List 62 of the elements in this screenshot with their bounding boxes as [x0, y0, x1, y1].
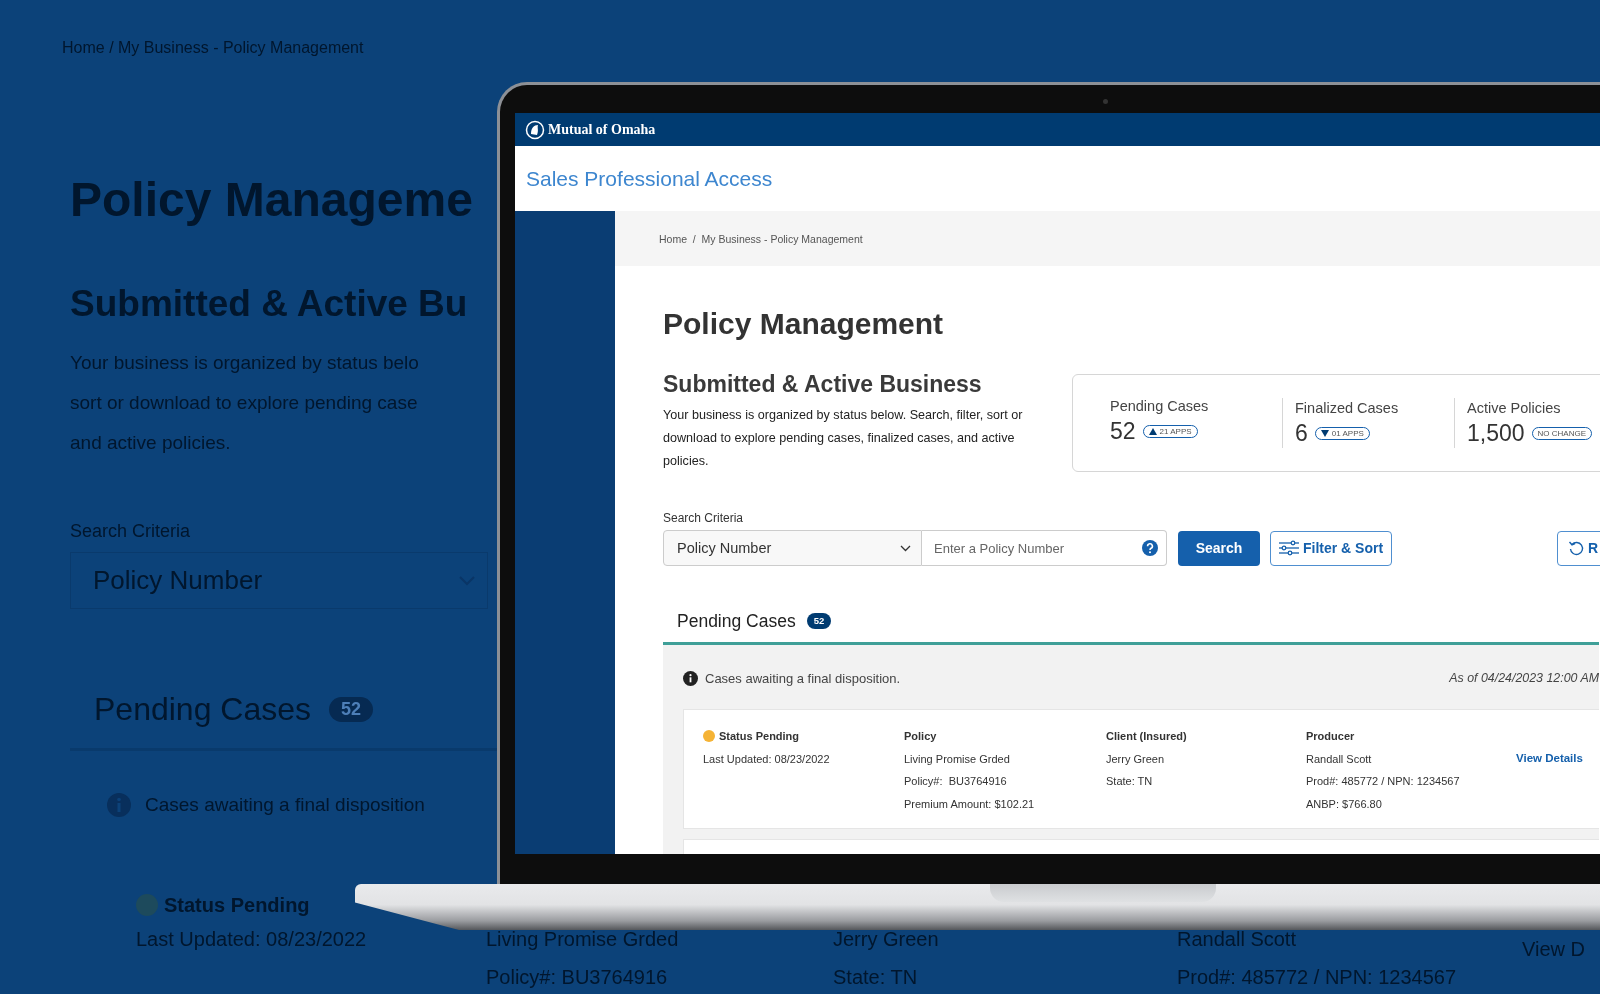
- description-text: Your business is organized by status below. Search, filter, sort or download to explore pending cases, finalized cases, and active policies.: [663, 407, 1024, 470]
- stat-label: Active Policies: [1467, 399, 1562, 418]
- status-text: Status Pending: [164, 893, 310, 917]
- breadcrumb: Home / My Business - Policy Management: [659, 232, 863, 245]
- case-detail-text: Living Promise Grded: [486, 927, 679, 952]
- info-icon: [683, 670, 698, 686]
- case-detail-text: ANBP: $766.80: [1306, 797, 1382, 813]
- page-title: Policy Management: [663, 306, 944, 342]
- help-icon: [1142, 540, 1158, 556]
- column-heading: Policy: [904, 729, 937, 744]
- status-text: Status Pending: [719, 729, 800, 744]
- chevron-down-icon: [900, 544, 911, 552]
- view-details-link[interactable]: View Details: [1516, 746, 1583, 770]
- pending-cases-tab[interactable]: Pending Cases 52: [677, 606, 832, 642]
- case-detail-text: Policy#: BU3764916: [486, 965, 668, 990]
- case-detail-text: Jerry Green: [833, 927, 939, 952]
- search-criteria-label: Search Criteria: [70, 520, 191, 543]
- search-button[interactable]: Search: [1178, 530, 1260, 566]
- case-detail-text: Policy#: BU3764916: [904, 774, 1007, 790]
- section-title: Submitted & Active Business: [663, 370, 982, 398]
- case-detail-text: State: TN: [833, 965, 918, 990]
- case-detail-text: Randall Scott: [1177, 927, 1296, 952]
- stat-value: 1,500: [1467, 419, 1525, 447]
- description-line: sort or download to explore pending case: [70, 391, 418, 415]
- info-icon: [106, 792, 132, 818]
- page-title: Policy Manageme: [70, 172, 473, 228]
- column-heading: Producer: [1306, 729, 1355, 744]
- info-text: Cases awaiting a final disposition.: [705, 670, 901, 686]
- count-badge: 52: [329, 696, 374, 722]
- case-detail-text: Prod#: 485772 / NPN: 1234567: [1177, 965, 1457, 990]
- search-criteria-label: Search Criteria: [663, 510, 744, 527]
- reset-button[interactable]: R: [1557, 530, 1600, 566]
- stat-label: Pending Cases: [1110, 397, 1210, 416]
- triangle-down-icon: [1320, 429, 1329, 437]
- case-detail-text: Premium Amount: $102.21: [904, 797, 1035, 813]
- sliders-icon: [1279, 540, 1299, 556]
- case-detail-text: Randall Scott: [1306, 751, 1372, 767]
- stat-value: 6: [1295, 419, 1308, 447]
- case-detail-text: Living Promise Grded: [904, 751, 1010, 767]
- case-detail-text: Jerry Green: [1106, 751, 1165, 767]
- breadcrumb: Home / My Business - Policy Management: [62, 38, 364, 58]
- emblem-icon: [525, 119, 545, 140]
- camera-dot: [1103, 99, 1108, 104]
- as-of-timestamp: As of 04/24/2023 12:00 AM: [1449, 671, 1599, 685]
- case-detail-text: Prod#: 485772 / NPN: 1234567: [1306, 774, 1460, 790]
- policy-number-input[interactable]: Enter a Policy Number: [922, 530, 1167, 566]
- stat-value: 52: [1110, 417, 1136, 445]
- column-heading: Client (Insured): [1106, 729, 1187, 744]
- last-updated-text: Last Updated: 08/23/2022: [703, 751, 830, 767]
- stat-label: Finalized Cases: [1295, 399, 1400, 418]
- description-line: Your business is organized by status belo: [70, 351, 419, 375]
- criteria-dropdown[interactable]: Policy Number: [663, 530, 922, 566]
- logo-text: Mutual of Omaha: [548, 121, 656, 138]
- description-line: and active policies.: [70, 431, 231, 455]
- undo-icon: [1568, 540, 1584, 556]
- case-detail-text: State: TN: [1106, 774, 1153, 790]
- info-text: Cases awaiting a final disposition: [145, 794, 425, 816]
- last-updated-text: Last Updated: 08/23/2022: [136, 927, 367, 952]
- section-title: Submitted & Active Bu: [70, 282, 468, 326]
- app-title: Sales Professional Access: [526, 166, 773, 191]
- filter-sort-button[interactable]: Filter & Sort: [1270, 530, 1393, 566]
- triangle-up-icon: [1148, 427, 1157, 435]
